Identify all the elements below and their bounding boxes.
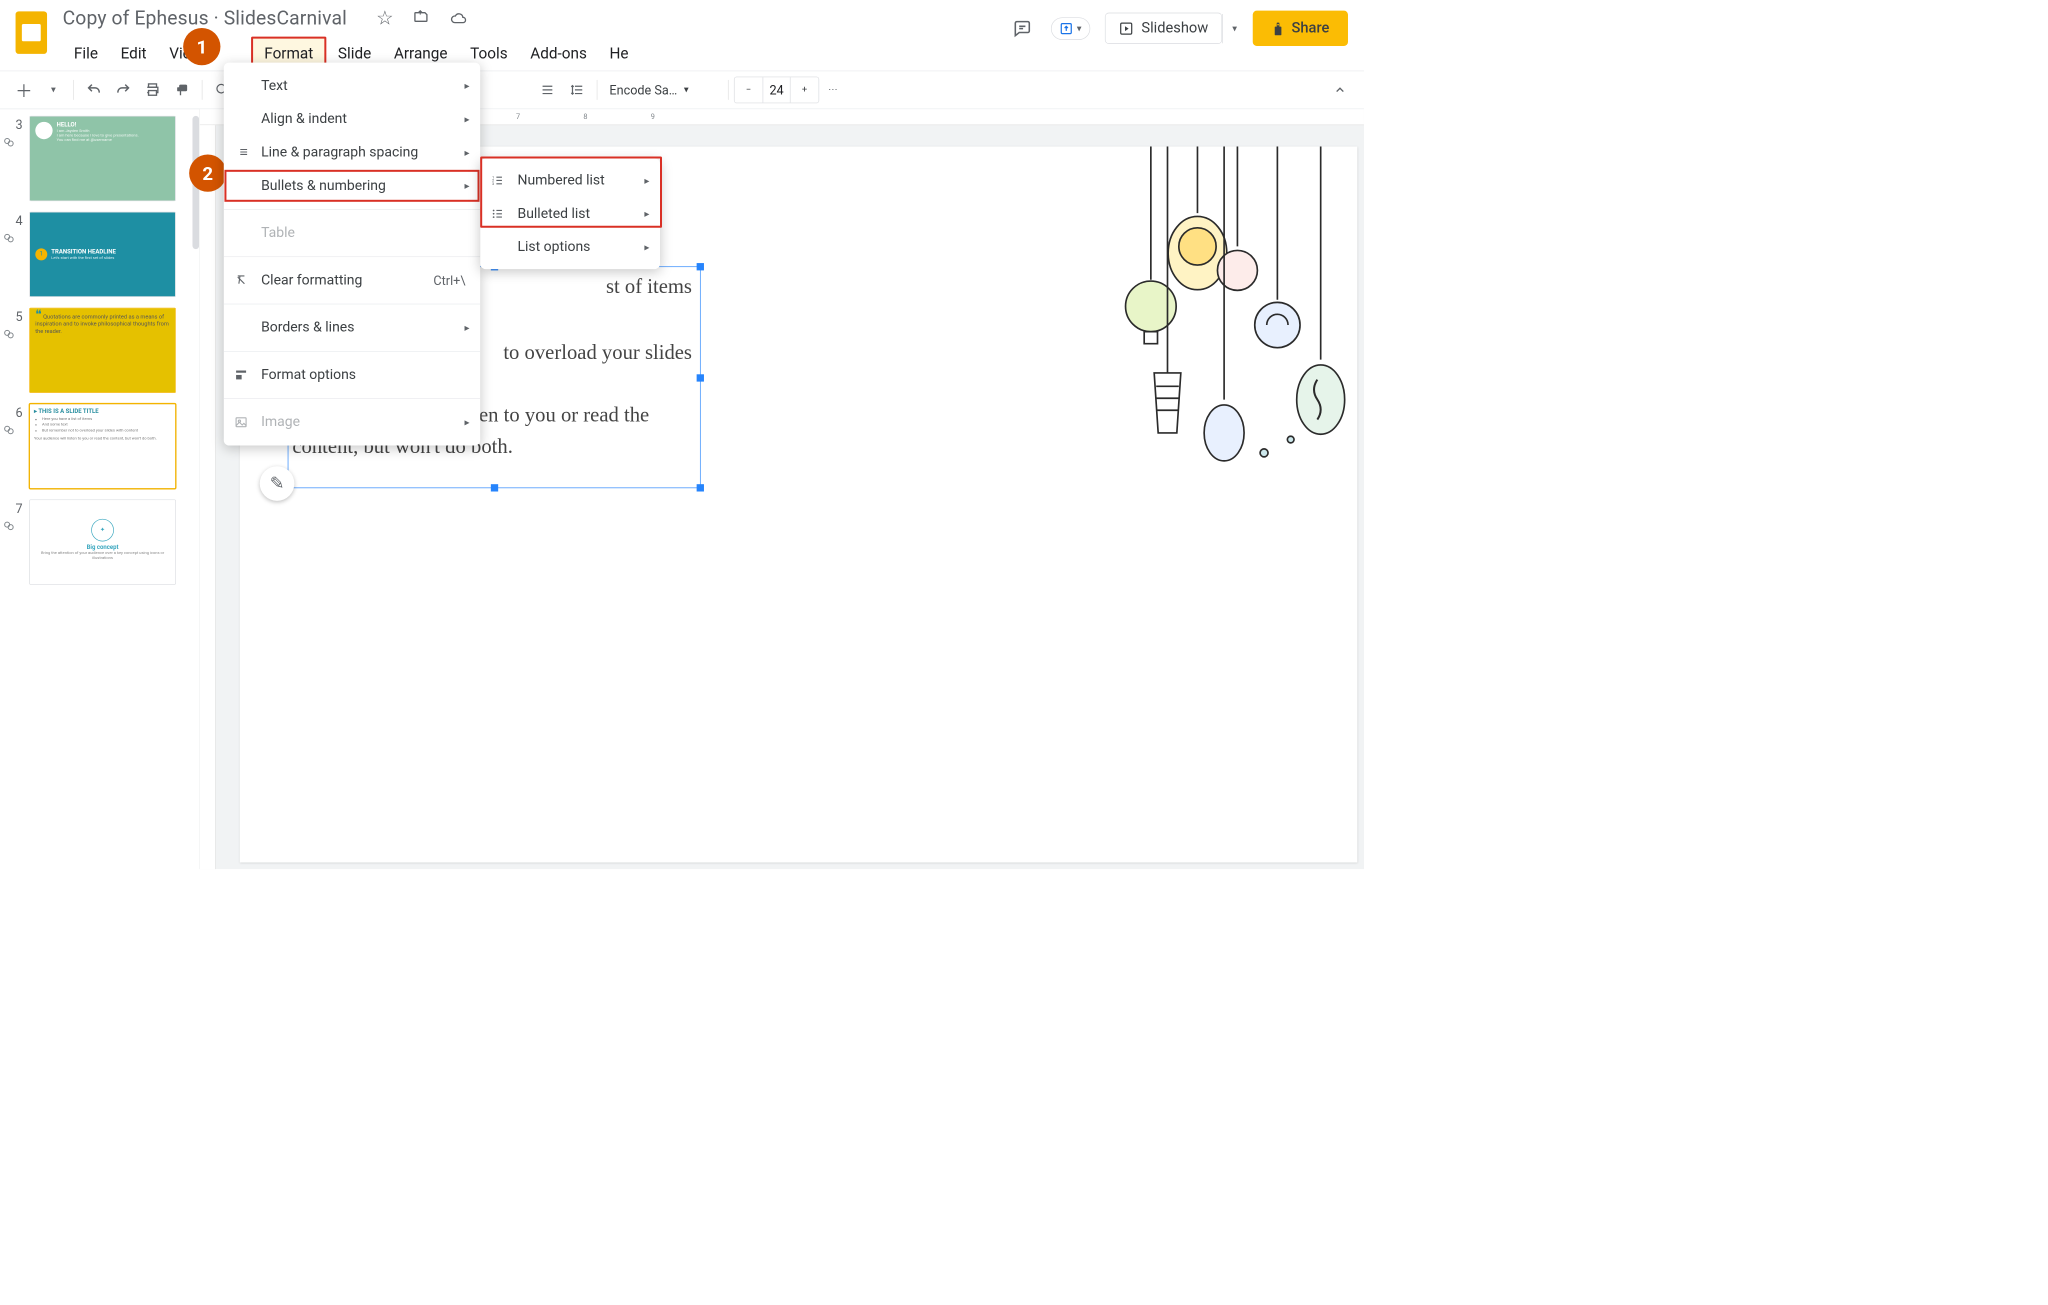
image-icon [234, 416, 253, 429]
resize-handle[interactable] [697, 484, 704, 491]
thumb-title: TRANSITION HEADLINE [51, 249, 116, 256]
slide-art [1124, 147, 1364, 627]
share-button[interactable]: Share [1253, 11, 1348, 46]
thumb-number: 4 [3, 212, 23, 229]
caret-down-icon: ▾ [1077, 23, 1082, 34]
slideshow-button[interactable]: Slideshow [1105, 13, 1222, 44]
menu-edit[interactable]: Edit [109, 39, 158, 69]
format-options-icon [234, 368, 253, 381]
bullets-submenu: 123 Numbered list Bulleted list List opt… [480, 159, 660, 270]
numbered-list-item[interactable]: 123 Numbered list [480, 164, 660, 197]
format-table: Table [224, 216, 480, 249]
comments-icon[interactable] [1008, 14, 1036, 42]
bulleted-list-item[interactable]: Bulleted list [480, 197, 660, 230]
resize-handle[interactable] [697, 263, 704, 270]
format-image: Image [224, 406, 480, 439]
move-icon[interactable] [412, 7, 432, 27]
callout-2: 2 [189, 155, 226, 192]
speaker-notes-icon [3, 232, 15, 244]
menu-addons[interactable]: Add-ons [519, 39, 598, 69]
thumb-number: 7 [3, 500, 23, 517]
format-bullets[interactable]: Bullets & numbering [224, 169, 480, 202]
doc-title[interactable]: Copy of Ephesus · SlidesCarnival [63, 7, 347, 30]
resize-handle[interactable] [697, 374, 704, 381]
format-clear[interactable]: Clear formattingCtrl+\ [224, 264, 480, 297]
present-compact-button[interactable]: ▾ [1051, 17, 1090, 40]
align-button[interactable] [533, 77, 562, 104]
thumb-title: THIS IS A SLIDE TITLE [38, 408, 98, 415]
toolbar: ＋ ▾ ▾ Encode Sa… ▾ − 24 + ⋯ [0, 71, 1364, 110]
paint-format-button[interactable] [167, 77, 196, 104]
thumbnail-item[interactable]: 6 ▸ THIS IS A SLIDE TITLE Here you have … [3, 404, 194, 489]
caret-down-icon: ▾ [684, 85, 689, 96]
thumbnail-panel[interactable]: 3 HELLO!I am Jayden SmithI am here becau… [0, 109, 200, 869]
slideshow-label: Slideshow [1141, 20, 1208, 37]
bulleted-list-icon [491, 207, 510, 220]
star-icon[interactable]: ☆ [375, 8, 395, 28]
ruler-vertical [200, 125, 216, 869]
callout-1: 1 [183, 28, 220, 65]
font-size-stepper[interactable]: − 24 + [734, 77, 819, 104]
thumb-number: 5 [3, 308, 23, 325]
svg-text:3: 3 [492, 181, 494, 186]
menu-help[interactable]: He [598, 39, 640, 69]
redo-button[interactable] [109, 77, 138, 104]
new-slide-button[interactable]: ＋ [9, 77, 38, 104]
print-button[interactable] [138, 77, 167, 104]
format-menu-popup: Text Align & indent ≡Line & paragraph sp… [224, 63, 480, 446]
format-options[interactable]: Format options [224, 358, 480, 391]
menu-file[interactable]: File [63, 39, 110, 69]
format-spacing[interactable]: ≡Line & paragraph spacing [224, 136, 480, 169]
cloud-icon[interactable] [449, 8, 469, 28]
explore-pin-icon[interactable]: ✎ [260, 466, 295, 501]
decrease-font-button[interactable]: − [735, 77, 763, 102]
list-options-item[interactable]: List options [480, 230, 660, 263]
thumbnail-item[interactable]: 5 ❝ Quotations are commonly printed as a… [3, 308, 194, 393]
thumb-title: HELLO! [57, 122, 77, 129]
line-spacing-icon: ≡ [234, 145, 253, 161]
thumbnail-item[interactable]: 4 1 TRANSITION HEADLINELet's start with … [3, 212, 194, 297]
doc-title-actions: ☆ [363, 7, 469, 30]
collapse-toolbar-button[interactable] [1325, 77, 1354, 104]
speaker-notes-icon [3, 137, 15, 149]
resize-handle[interactable] [491, 484, 498, 491]
format-borders[interactable]: Borders & lines [224, 311, 480, 344]
share-label: Share [1292, 20, 1330, 37]
font-family-select[interactable]: Encode Sa… ▾ [603, 77, 723, 104]
speaker-notes-icon [3, 520, 15, 532]
font-size-value[interactable]: 24 [763, 77, 791, 102]
shortcut-label: Ctrl+\ [433, 273, 465, 288]
format-text[interactable]: Text [224, 69, 480, 102]
font-family-label: Encode Sa… [609, 82, 677, 97]
new-slide-caret[interactable]: ▾ [39, 77, 68, 104]
thumb-number: 3 [3, 116, 23, 133]
numbered-list-icon: 123 [491, 174, 510, 187]
slides-logo[interactable] [12, 7, 51, 59]
line-spacing-button[interactable] [562, 77, 591, 104]
thumb-title: Big concept [87, 544, 119, 551]
thumbnail-item[interactable]: 7 ✦ Big concept Bring the attention of y… [3, 500, 194, 585]
slideshow-caret[interactable]: ▾ [1222, 14, 1246, 43]
undo-button[interactable] [79, 77, 108, 104]
thumbnail-item[interactable]: 3 HELLO!I am Jayden SmithI am here becau… [3, 116, 194, 201]
increase-font-button[interactable]: + [791, 77, 819, 102]
format-align[interactable]: Align & indent [224, 103, 480, 136]
more-toolbar-button[interactable]: ⋯ [819, 77, 848, 104]
speaker-notes-icon [3, 328, 15, 340]
clear-format-icon [234, 274, 253, 287]
thumb-number: 6 [3, 404, 23, 421]
speaker-notes-icon [3, 424, 15, 436]
thumb-text: Quotations are commonly printed as a mea… [35, 314, 168, 335]
